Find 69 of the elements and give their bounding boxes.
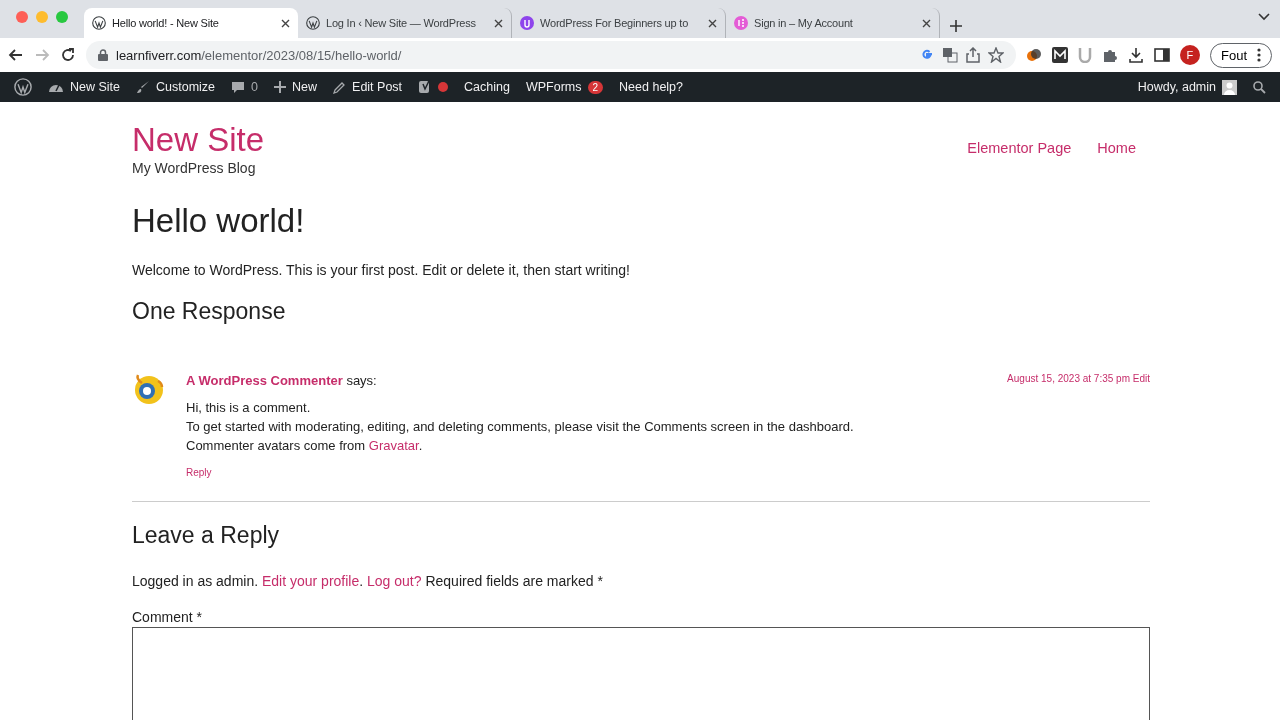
site-tagline: My WordPress Blog xyxy=(132,160,257,176)
commenter-avatar-icon xyxy=(132,373,166,407)
tab-logo-icon xyxy=(734,16,748,30)
admin-bar-label[interactable]: WPForms xyxy=(525,80,582,94)
pencil-icon xyxy=(333,80,347,94)
admin-bar-item[interactable]: Customize xyxy=(156,80,216,94)
comment-count[interactable]: 0 xyxy=(251,80,259,94)
reload-icon[interactable] xyxy=(60,47,76,63)
back-icon[interactable] xyxy=(8,47,24,63)
comments-heading: One Response xyxy=(132,298,287,325)
reply-link[interactable]: Reply xyxy=(186,467,212,478)
plus-icon xyxy=(274,81,287,93)
nav-link[interactable]: Elementor Page xyxy=(967,140,1072,156)
address-bar[interactable]: learnfiverr.com/elementor/2023/08/15/hello-world/ xyxy=(86,41,1016,69)
comment-icon xyxy=(231,80,246,94)
wordpress-logo-icon xyxy=(306,16,320,30)
chevron-down-icon[interactable] xyxy=(1258,13,1270,21)
wordpress-logo-icon xyxy=(14,78,32,96)
google-icon[interactable] xyxy=(920,48,934,62)
lock-icon xyxy=(98,49,108,61)
profile-button[interactable]: Fout xyxy=(1210,42,1272,68)
wordpress-logo-icon xyxy=(92,16,106,30)
close-icon[interactable] xyxy=(281,18,290,28)
comment-text: Commenter avatars come from Gravatar. xyxy=(186,437,424,455)
admin-bar-item[interactable]: New xyxy=(292,80,318,94)
puzzle-icon[interactable] xyxy=(1102,47,1118,63)
comment-text: To get started with moderating, editing, and deleting comments, please visit the Comments screen in the dashboard. xyxy=(186,418,855,436)
download-icon[interactable] xyxy=(1128,47,1144,63)
new-tab-icon[interactable] xyxy=(950,20,962,32)
site-title[interactable]: New Site xyxy=(132,120,265,160)
gravatar-link[interactable]: Gravatar xyxy=(368,438,419,453)
admin-bar-item[interactable]: Edit Post xyxy=(352,80,403,94)
extension-icon[interactable] xyxy=(1052,47,1068,63)
brush-icon xyxy=(136,80,151,94)
translate-icon[interactable] xyxy=(942,47,958,63)
reply-heading: Leave a Reply xyxy=(132,522,281,549)
comment-text: Hi, this is a comment. xyxy=(186,399,312,417)
profile-avatar[interactable]: F xyxy=(1180,45,1200,65)
count-badge: 2 xyxy=(587,80,604,94)
admin-bar-item[interactable]: Caching xyxy=(456,72,518,102)
says-label: says: xyxy=(346,373,377,388)
admin-bar-item[interactable]: Need help? xyxy=(611,72,692,102)
browser-tab[interactable]: Hello world! - New Site xyxy=(84,8,298,38)
close-icon[interactable] xyxy=(494,18,503,28)
log-out-link[interactable]: Log out? xyxy=(367,573,422,589)
comment-date-link[interactable]: August 15, 2023 at 7:35 pm xyxy=(1007,373,1130,384)
close-icon[interactable] xyxy=(922,18,931,28)
search-icon[interactable] xyxy=(1253,80,1266,94)
more-icon[interactable] xyxy=(1257,48,1261,62)
post-title: Hello world! xyxy=(132,202,306,240)
post-body: Welcome to WordPress. This is your first post. Edit or delete it, then start writing! xyxy=(132,262,631,278)
tab-logo-icon xyxy=(520,16,534,30)
star-icon[interactable] xyxy=(988,47,1004,63)
edit-link[interactable]: Edit xyxy=(1132,373,1150,384)
edit-profile-link[interactable]: Edit your profile xyxy=(262,573,360,589)
user-avatar-icon[interactable] xyxy=(1222,79,1237,95)
comment-field[interactable] xyxy=(132,627,1150,720)
share-icon[interactable] xyxy=(966,47,980,63)
extension-icon[interactable] xyxy=(1026,47,1042,63)
nav-link[interactable]: Home xyxy=(1097,140,1136,156)
admin-bar-item[interactable]: WPForms 2 xyxy=(517,72,612,102)
admin-bar-item[interactable]: New Site xyxy=(70,80,121,94)
status-dot xyxy=(438,82,449,92)
comment-label: Comment * xyxy=(132,609,204,625)
close-icon[interactable] xyxy=(708,18,717,28)
logged-in-text: Logged in as admin. Edit your profile. Log out? Required fields are marked * xyxy=(132,573,604,589)
side-panel-icon[interactable] xyxy=(1154,47,1170,63)
comment-author-link[interactable]: A WordPress Commenter xyxy=(186,373,343,388)
greeting-text[interactable]: Howdy, admin xyxy=(1137,80,1216,94)
